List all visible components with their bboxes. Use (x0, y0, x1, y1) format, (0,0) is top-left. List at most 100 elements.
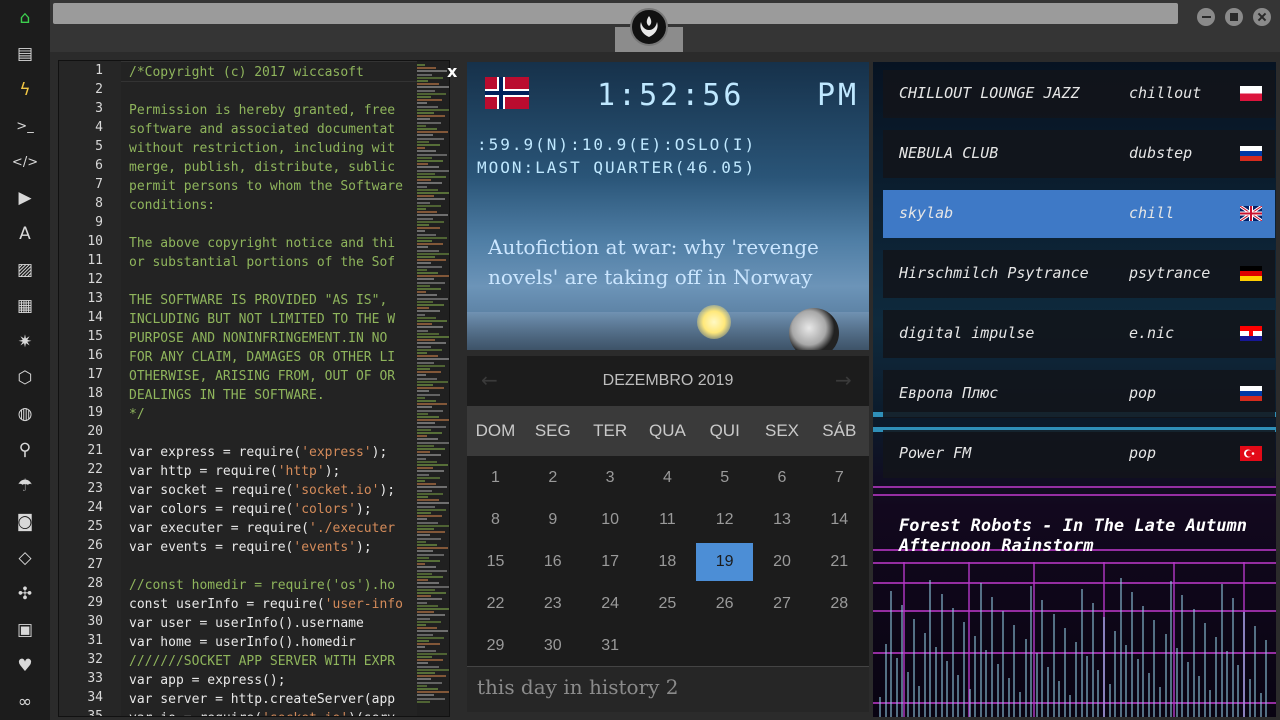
radio-station-item[interactable]: skylab chill (883, 190, 1275, 238)
minimap-line (417, 384, 433, 386)
code-line: var socket = require('socket.io'); (129, 481, 395, 500)
close-window-button[interactable] (1253, 8, 1271, 26)
calendar-date[interactable]: 10 (582, 501, 639, 539)
calendar-date[interactable]: 2 (524, 459, 581, 497)
calendar-date[interactable]: 25 (639, 585, 696, 623)
calendar-date[interactable]: 16 (524, 543, 581, 581)
calendar-day-name: SEG (534, 421, 571, 440)
translate-icon[interactable]: A (13, 222, 37, 246)
calendar-date[interactable]: 26 (696, 585, 753, 623)
radio-station-item[interactable]: Hirschmilch Psytrance psytrance (883, 250, 1275, 298)
minimap-line (417, 553, 444, 556)
calendar-date[interactable]: 1 (467, 459, 524, 497)
calendar-date[interactable]: 5 (696, 459, 753, 497)
spectrum-bar (1215, 637, 1217, 717)
code-minimap[interactable] (417, 61, 449, 716)
search-icon[interactable]: ⚲ (13, 438, 37, 462)
infinity-icon[interactable]: ∞ (13, 690, 37, 714)
spectrum-bar (1086, 656, 1089, 717)
line-number: 10 (87, 234, 103, 249)
calendar-date[interactable]: 21 (811, 543, 868, 581)
spectrum-bar (1159, 687, 1161, 717)
calendar-date[interactable]: 11 (639, 501, 696, 539)
dev-icon[interactable]: ◇ (13, 546, 37, 570)
minimap-line (417, 406, 432, 409)
calendar-date[interactable]: 12 (696, 501, 753, 539)
home-icon[interactable]: ⌂ (13, 6, 37, 30)
file-icon[interactable]: ▤ (13, 42, 37, 66)
this-day-in-history-link[interactable]: this day in history 2 (477, 675, 679, 699)
maximize-button[interactable] (1225, 8, 1243, 26)
address-bar[interactable] (53, 3, 1178, 24)
cube-icon[interactable]: ⬡ (13, 366, 37, 390)
calendar-date[interactable]: 15 (467, 543, 524, 581)
code-token: var server = http.createServer(app (129, 692, 396, 707)
code-line: merge, publish, distribute, sublic (129, 158, 395, 177)
calendar-date-today[interactable]: 19 (696, 543, 754, 581)
calendar-date[interactable]: 23 (524, 585, 581, 623)
code-token: 'user-info (324, 597, 403, 612)
radio-station-item[interactable]: Европа Плюс pop (883, 370, 1275, 418)
heart-icon[interactable]: ♥ (13, 654, 37, 678)
calendar-date[interactable]: 28 (811, 585, 868, 623)
radio-station-item[interactable]: Power FM pop (883, 430, 1275, 478)
line-number: 8 (95, 196, 103, 211)
image-icon[interactable]: ▨ (13, 258, 37, 282)
spectrum-bar (1119, 578, 1122, 717)
code-area[interactable]: /*Copyright (c) 2017 wiccasoft Permission… (129, 61, 417, 716)
calendar-date[interactable]: 20 (754, 543, 811, 581)
calendar-date[interactable]: 24 (582, 585, 639, 623)
line-number: 29 (87, 595, 103, 610)
grid-line (873, 582, 1276, 584)
calendar-date[interactable]: 3 (582, 459, 639, 497)
umbrella-icon[interactable]: ☂ (13, 474, 37, 498)
news-icon[interactable]: ▦ (13, 294, 37, 318)
radio-station-item[interactable]: NEBULA CLUB dubstep (883, 130, 1275, 178)
station-genre: psytrance (1129, 264, 1211, 282)
calendar-date[interactable]: 7 (811, 459, 868, 497)
calendar-date[interactable]: 17 (582, 543, 639, 581)
radio-station-item[interactable]: digital impulse e.nic (883, 310, 1275, 358)
terminal-icon[interactable]: >_ (13, 114, 37, 138)
code-line: var home = userInfo().homedir (129, 633, 356, 652)
calendar-date[interactable]: 13 (754, 501, 811, 539)
settings-icon[interactable]: ✷ (13, 330, 37, 354)
calendar-date[interactable]: 14 (811, 501, 868, 539)
calendar-date[interactable]: 4 (639, 459, 696, 497)
minimap-line (417, 489, 432, 492)
calendar-date[interactable]: 9 (524, 501, 581, 539)
close-editor-button[interactable]: x (447, 62, 457, 81)
youtube-icon[interactable]: ▣ (13, 618, 37, 642)
line-number: 5 (95, 139, 103, 154)
play-icon[interactable]: ▶ (13, 186, 37, 210)
radio-station-item[interactable]: CHILLOUT LOUNGE JAZZ chillout (883, 70, 1275, 118)
code-editor[interactable]: 1 2 3 4 5 6 7 8 9 10 11 12 13 14 15 16 17 18 19 20 21 22 23 24 2… (58, 60, 450, 717)
lightning-icon[interactable]: ϟ (13, 78, 37, 102)
calendar-date[interactable]: 31 (582, 627, 639, 665)
calendar-day-name: SEX (764, 421, 800, 440)
now-playing-title: Forest Robots - In The Late Autumn After… (899, 516, 1247, 556)
calendar-date[interactable]: 30 (524, 627, 581, 665)
minimize-button[interactable] (1197, 8, 1215, 26)
minimap-line (417, 582, 439, 585)
station-name: NEBULA CLUB (899, 144, 999, 162)
minimap-line (417, 464, 448, 466)
contact-icon[interactable]: ◙ (13, 510, 37, 534)
news-headline-link[interactable]: Autofiction at war: why 'revenge novels'… (488, 232, 848, 292)
minimap-line (417, 73, 432, 76)
minimap-line (417, 496, 428, 498)
calendar-date[interactable]: 6 (754, 459, 811, 497)
expand-icon[interactable]: ✣ (13, 582, 37, 606)
rebel-emblem-icon[interactable] (630, 8, 668, 46)
code-token: The above copyright notice and thi (129, 236, 396, 251)
calendar-date[interactable]: 18 (639, 543, 696, 581)
code-icon[interactable]: </> (12, 150, 38, 174)
arrow-right-icon[interactable]: → (835, 368, 852, 392)
globe-icon[interactable]: ◍ (13, 402, 37, 426)
calendar-date[interactable]: 27 (754, 585, 811, 623)
minimap-line (417, 528, 434, 530)
calendar-date[interactable]: 8 (467, 501, 524, 539)
calendar-date[interactable]: 29 (467, 627, 524, 665)
calendar-date[interactable]: 22 (467, 585, 524, 623)
minimap-line (417, 336, 449, 338)
